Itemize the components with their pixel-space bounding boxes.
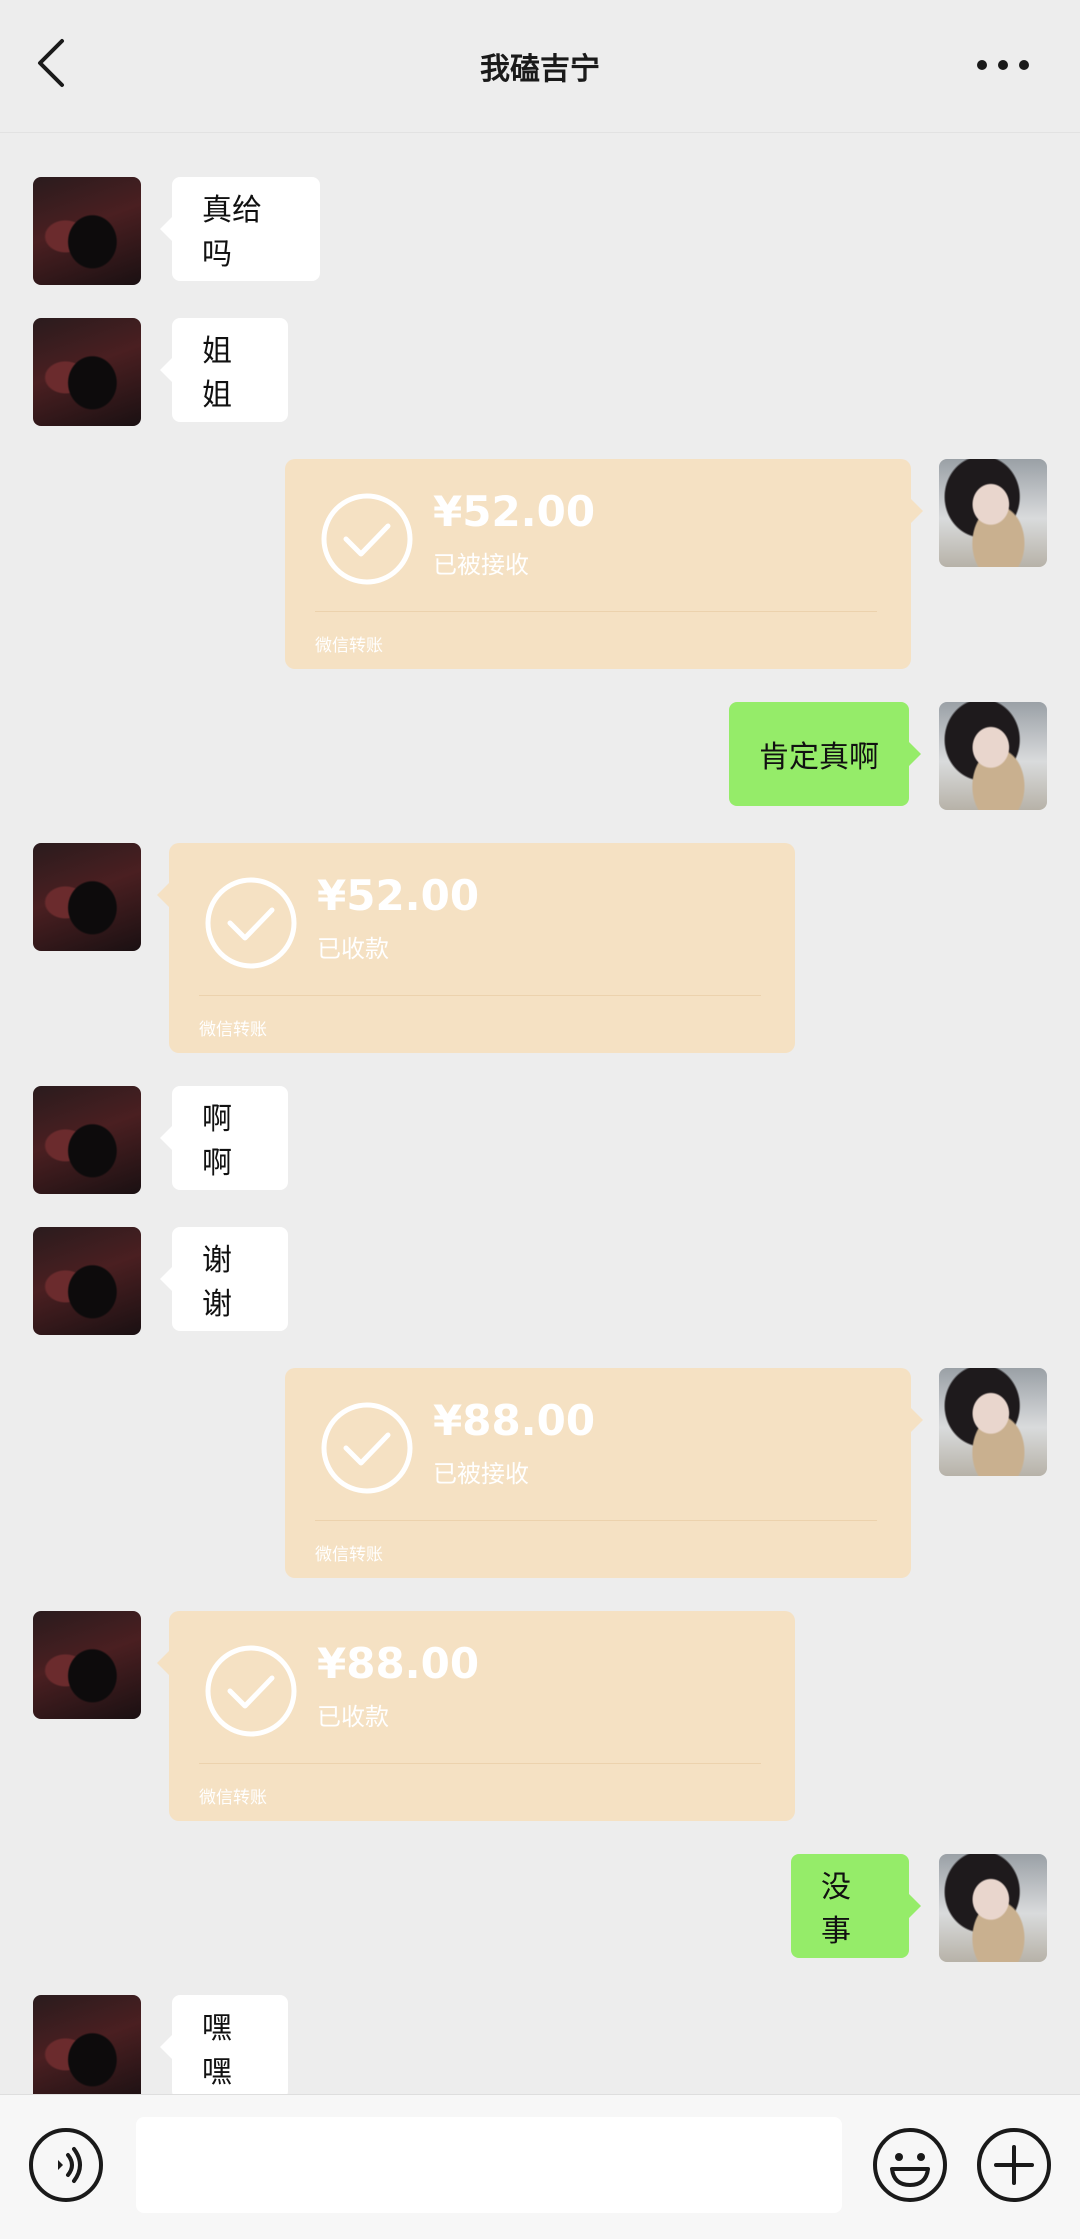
message-bubble-incoming[interactable]: 啊啊 [160, 1086, 288, 1190]
self-avatar[interactable] [939, 459, 1047, 567]
message-bubble-incoming[interactable]: 嘿嘿 [160, 1995, 288, 2094]
divider [199, 995, 761, 996]
contact-avatar[interactable] [33, 318, 141, 426]
contact-avatar[interactable] [33, 1086, 141, 1194]
chat-title: 我磕吉宁 [480, 52, 600, 87]
check-circle-icon [321, 1402, 413, 1494]
voice-button[interactable] [28, 2127, 104, 2203]
transfer-amount: ¥52.00 [317, 871, 480, 920]
divider [199, 1763, 761, 1764]
message-list[interactable]: 真给吗 姐姐 ¥52.00 已被接收 微信转账 肯定真啊 ¥52.00 已收款 … [0, 132, 1080, 2094]
transfer-card-outgoing[interactable]: ¥52.00 已被接收 微信转账 [285, 459, 923, 669]
transfer-status: 已收款 [317, 1703, 389, 1731]
more-dots-icon [977, 60, 1029, 70]
message-text: 姐姐 [202, 334, 232, 413]
transfer-amount: ¥88.00 [433, 1396, 596, 1445]
contact-avatar[interactable] [33, 1227, 141, 1335]
transfer-amount: ¥88.00 [317, 1639, 480, 1688]
emoji-button[interactable] [872, 2127, 948, 2203]
message-bubble-incoming[interactable]: 真给吗 [160, 177, 320, 281]
message-bubble-incoming[interactable]: 谢谢 [160, 1227, 288, 1331]
transfer-card-incoming[interactable]: ¥52.00 已收款 微信转账 [157, 843, 795, 1053]
check-circle-icon [205, 877, 297, 969]
message-text: 啊啊 [202, 1102, 232, 1181]
check-circle-icon [205, 1645, 297, 1737]
message-text: 没事 [821, 1870, 851, 1949]
voice-icon [29, 2128, 103, 2202]
emoji-icon [873, 2128, 947, 2202]
check-circle-icon [321, 493, 413, 585]
transfer-status: 已被接收 [433, 1460, 529, 1488]
transfer-card-outgoing[interactable]: ¥88.00 已被接收 微信转账 [285, 1368, 923, 1578]
transfer-status: 已收款 [317, 935, 389, 963]
divider [315, 1520, 877, 1521]
message-input[interactable] [136, 2117, 842, 2213]
self-avatar[interactable] [939, 702, 1047, 810]
plus-circle-icon [977, 2128, 1051, 2202]
contact-avatar[interactable] [33, 177, 141, 285]
message-text: 肯定真啊 [759, 740, 879, 775]
transfer-amount: ¥52.00 [433, 487, 596, 536]
message-bubble-incoming[interactable]: 姐姐 [160, 318, 288, 422]
transfer-brand: 微信转账 [315, 1545, 383, 1565]
plus-button[interactable] [976, 2127, 1052, 2203]
message-bubble-outgoing[interactable]: 没事 [791, 1854, 921, 1958]
message-bubble-outgoing[interactable]: 肯定真啊 [729, 702, 921, 806]
self-avatar[interactable] [939, 1368, 1047, 1476]
transfer-brand: 微信转账 [199, 1020, 267, 1040]
more-button[interactable] [968, 40, 1038, 90]
message-text: 嘿嘿 [202, 2011, 232, 2090]
contact-avatar[interactable] [33, 1995, 141, 2094]
contact-avatar[interactable] [33, 1611, 141, 1719]
contact-avatar[interactable] [33, 843, 141, 951]
transfer-card-incoming[interactable]: ¥88.00 已收款 微信转账 [157, 1611, 795, 1821]
transfer-brand: 微信转账 [315, 636, 383, 656]
message-text: 谢谢 [202, 1243, 232, 1322]
divider [315, 611, 877, 612]
transfer-brand: 微信转账 [199, 1788, 267, 1808]
chat-header: 我磕吉宁 [0, 0, 1080, 133]
input-bar [0, 2094, 1080, 2239]
transfer-status: 已被接收 [433, 551, 529, 579]
self-avatar[interactable] [939, 1854, 1047, 1962]
message-text: 真给吗 [202, 193, 262, 272]
